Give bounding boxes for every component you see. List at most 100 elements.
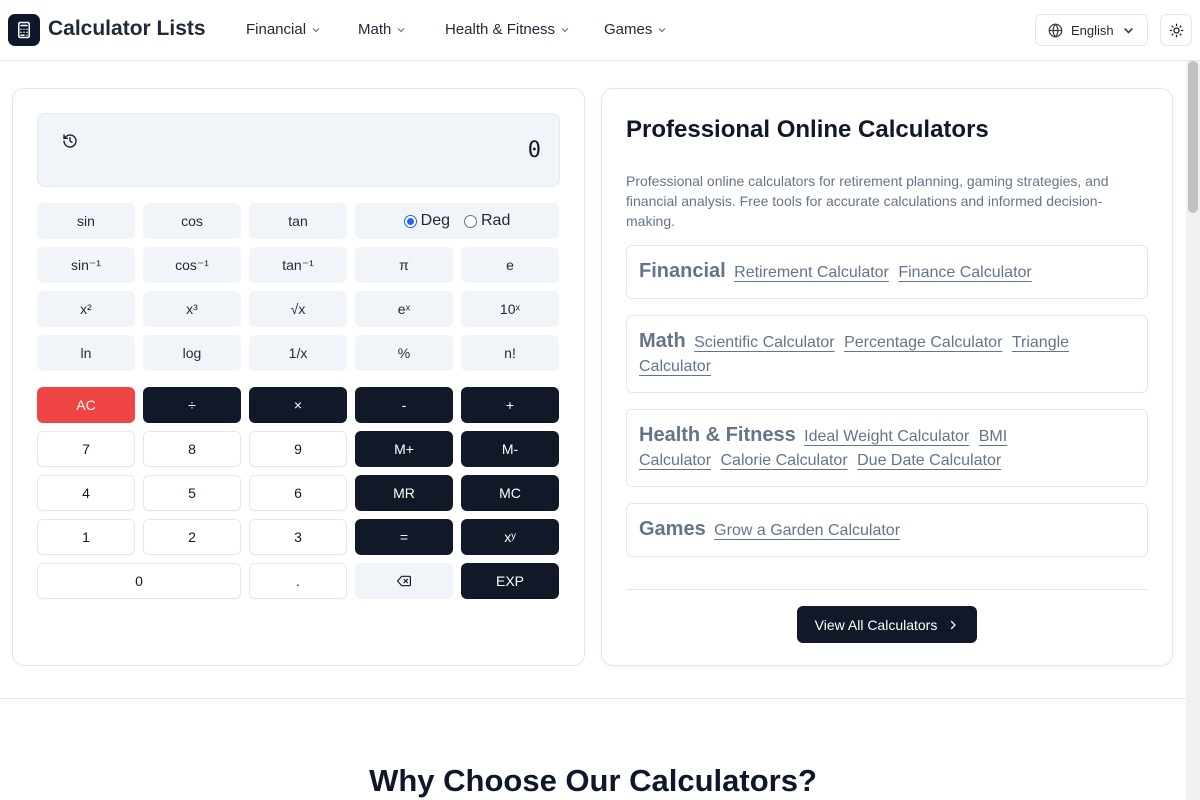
language-select[interactable]: English	[1035, 14, 1148, 46]
key-reciprocal[interactable]: 1/x	[249, 335, 347, 371]
display-value: 0	[527, 138, 541, 163]
why-choose-heading: Why Choose Our Calculators?	[369, 763, 817, 798]
key-asin[interactable]: sin⁻¹	[37, 247, 135, 283]
chevron-down-icon	[312, 27, 320, 32]
key-equals[interactable]: =	[355, 519, 453, 555]
key-ln[interactable]: ln	[37, 335, 135, 371]
key-memory-subtract[interactable]: M-	[461, 431, 559, 467]
link-percentage-calculator[interactable]: Percentage Calculator	[844, 334, 1002, 351]
key-divide[interactable]: ÷	[143, 387, 241, 423]
calculator-display: 0	[37, 113, 560, 187]
key-sin[interactable]: sin	[37, 203, 135, 239]
category-math: Math Scientific Calculator Percentage Ca…	[626, 315, 1148, 393]
nav-label: Financial	[246, 21, 307, 38]
category-name: Health & Fitness	[639, 424, 796, 446]
key-7[interactable]: 7	[37, 431, 135, 467]
key-percent[interactable]: %	[355, 335, 453, 371]
link-finance-calculator[interactable]: Finance Calculator	[898, 264, 1031, 281]
key-5[interactable]: 5	[143, 475, 241, 511]
key-square[interactable]: x²	[37, 291, 135, 327]
link-retirement-calculator[interactable]: Retirement Calculator	[734, 264, 889, 281]
key-cos[interactable]: cos	[143, 203, 241, 239]
key-factorial[interactable]: n!	[461, 335, 559, 371]
key-cube[interactable]: x³	[143, 291, 241, 327]
key-tan[interactable]: tan	[249, 203, 347, 239]
key-6[interactable]: 6	[249, 475, 347, 511]
chevron-down-icon	[397, 27, 405, 32]
key-4[interactable]: 4	[37, 475, 135, 511]
info-title: Professional Online Calculators	[626, 116, 989, 143]
nav-label: Health & Fitness	[445, 21, 556, 38]
calculators-info-card: Professional Online Calculators Professi…	[601, 88, 1173, 666]
category-games: Games Grow a Garden Calculator	[626, 503, 1148, 557]
link-scientific-calculator[interactable]: Scientific Calculator	[694, 334, 835, 351]
key-2[interactable]: 2	[143, 519, 241, 555]
history-icon[interactable]	[62, 133, 78, 149]
key-acos[interactable]: cos⁻¹	[143, 247, 241, 283]
rad-label: Rad	[481, 212, 511, 229]
nav-financial[interactable]: Financial	[246, 21, 321, 38]
link-grow-a-garden-calculator[interactable]: Grow a Garden Calculator	[714, 522, 900, 539]
key-9[interactable]: 9	[249, 431, 347, 467]
nav-health-fitness[interactable]: Health & Fitness	[445, 21, 570, 38]
rad-option[interactable]: Rad	[464, 212, 510, 230]
key-log[interactable]: log	[143, 335, 241, 371]
language-label: English	[1071, 22, 1114, 38]
deg-option[interactable]: Deg	[403, 212, 450, 230]
site-header: Calculator Lists Financial Math Health &…	[0, 0, 1200, 61]
key-exp-e[interactable]: eˣ	[355, 291, 453, 327]
chevron-down-icon	[561, 27, 569, 32]
scrollbar-thumb[interactable]	[1188, 61, 1198, 213]
key-memory-clear[interactable]: MC	[461, 475, 559, 511]
key-0[interactable]: 0	[37, 563, 241, 599]
theme-toggle-button[interactable]	[1160, 14, 1192, 46]
rad-radio[interactable]	[464, 214, 477, 228]
scientific-calculator: 0 sin cos tan Deg Rad sin⁻¹ cos⁻¹ tan⁻¹ …	[12, 88, 585, 666]
key-multiply[interactable]: ×	[249, 387, 347, 423]
calculator-icon[interactable]	[8, 14, 40, 46]
info-description: Professional online calculators for reti…	[626, 173, 1109, 229]
chevron-down-icon	[658, 27, 666, 32]
angle-mode-toggle: Deg Rad	[355, 203, 559, 239]
link-calorie-calculator[interactable]: Calorie Calculator	[720, 452, 847, 469]
page-scrollbar[interactable]	[1186, 61, 1200, 800]
key-3[interactable]: 3	[249, 519, 347, 555]
nav-games[interactable]: Games	[604, 21, 667, 38]
key-pi[interactable]: π	[355, 247, 453, 283]
key-backspace[interactable]	[355, 563, 453, 599]
key-8[interactable]: 8	[143, 431, 241, 467]
globe-icon	[1048, 22, 1063, 38]
view-all-label: View All Calculators	[814, 616, 938, 633]
sun-icon	[1169, 23, 1183, 37]
nav-math[interactable]: Math	[358, 21, 406, 38]
key-decimal[interactable]: .	[249, 563, 347, 599]
key-e[interactable]: e	[461, 247, 559, 283]
category-name: Financial	[639, 260, 726, 282]
nav-label: Games	[604, 21, 653, 38]
site-title[interactable]: Calculator Lists	[48, 17, 206, 41]
backspace-icon	[397, 575, 411, 587]
key-pow10[interactable]: 10ˣ	[461, 291, 559, 327]
key-1[interactable]: 1	[37, 519, 135, 555]
key-memory-recall[interactable]: MR	[355, 475, 453, 511]
key-sqrt[interactable]: √x	[249, 291, 347, 327]
category-health-fitness: Health & Fitness Ideal Weight Calculator…	[626, 409, 1148, 487]
category-name: Math	[639, 330, 686, 352]
link-due-date-calculator[interactable]: Due Date Calculator	[857, 452, 1001, 469]
key-all-clear[interactable]: AC	[37, 387, 135, 423]
key-add[interactable]: +	[461, 387, 559, 423]
section-divider	[0, 698, 1186, 699]
key-memory-add[interactable]: M+	[355, 431, 453, 467]
key-atan[interactable]: tan⁻¹	[249, 247, 347, 283]
nav-label: Math	[358, 21, 392, 38]
deg-label: Deg	[420, 212, 450, 229]
key-subtract[interactable]: -	[355, 387, 453, 423]
link-ideal-weight-calculator[interactable]: Ideal Weight Calculator	[804, 428, 969, 445]
deg-radio[interactable]	[403, 214, 417, 228]
category-financial: Financial Retirement Calculator Finance …	[626, 245, 1148, 299]
key-exp[interactable]: EXP	[461, 563, 559, 599]
key-power[interactable]: xʸ	[461, 519, 559, 555]
view-all-calculators-button[interactable]: View All Calculators	[797, 606, 977, 643]
divider	[626, 589, 1148, 590]
chevron-down-icon	[1124, 27, 1133, 34]
